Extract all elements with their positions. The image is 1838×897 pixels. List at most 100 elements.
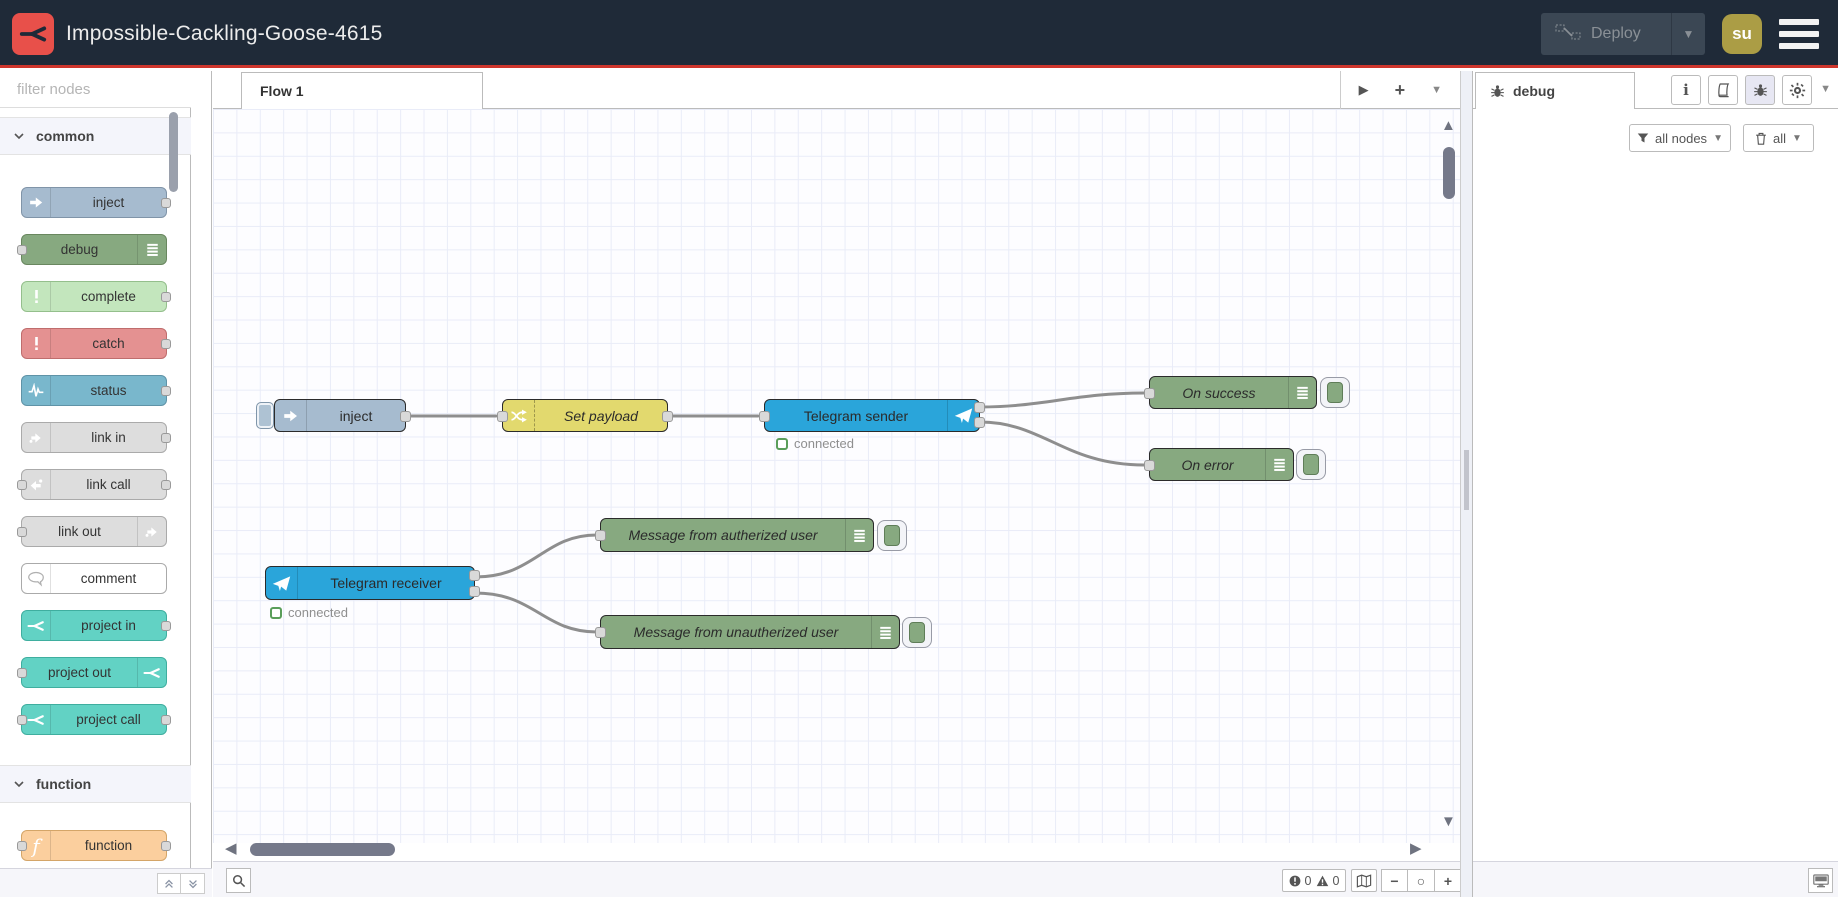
input-port[interactable]	[1144, 388, 1155, 399]
tab-flow1[interactable]: Flow 1	[241, 72, 483, 109]
output-port[interactable]	[161, 715, 171, 725]
debug-clear-button[interactable]: all ▼	[1743, 124, 1814, 152]
input-port[interactable]	[17, 668, 27, 678]
scroll-up-arrow[interactable]: ▲	[1441, 117, 1456, 134]
output-port-error[interactable]	[974, 417, 985, 428]
deploy-options-caret[interactable]: ▼	[1671, 13, 1705, 55]
output-port-success[interactable]	[974, 402, 985, 413]
info-tab-button[interactable]: i	[1671, 75, 1701, 105]
navigator-button[interactable]	[1351, 869, 1377, 892]
output-port[interactable]	[161, 480, 171, 490]
error-warning-counts[interactable]: 0 0	[1282, 869, 1346, 892]
open-debug-window-button[interactable]	[1808, 868, 1833, 893]
scroll-left-arrow[interactable]: ◀	[225, 839, 237, 857]
scroll-down-arrow[interactable]: ▼	[1441, 813, 1456, 830]
flow-grid[interactable]: inject Set payload Telegram sender conne…	[213, 109, 1460, 843]
bug-icon	[1491, 84, 1504, 97]
flow-node-telegram-sender[interactable]: Telegram sender	[759, 399, 985, 432]
input-port[interactable]	[595, 530, 606, 541]
user-avatar[interactable]: su	[1722, 14, 1762, 54]
tab-debug[interactable]: debug	[1475, 72, 1635, 109]
palette-node-comment[interactable]: comment	[21, 563, 167, 594]
output-port-unauthorized[interactable]	[469, 586, 480, 597]
main-menu-button[interactable]	[1779, 17, 1819, 51]
inject-trigger-button[interactable]	[256, 402, 274, 429]
palette-node-complete[interactable]: complete	[21, 281, 171, 312]
input-port[interactable]	[595, 627, 606, 638]
input-port[interactable]	[17, 715, 27, 725]
palette-node-project-call[interactable]: project call	[17, 704, 171, 735]
search-flows-button[interactable]	[226, 868, 251, 893]
palette-node-status[interactable]: status	[21, 375, 171, 406]
sidebar-tabs-caret[interactable]: ▼	[1820, 83, 1831, 95]
flow-node-msg-authorized[interactable]: Message from autherized user	[595, 518, 874, 552]
input-port[interactable]	[17, 841, 27, 851]
input-port[interactable]	[17, 480, 27, 490]
zoom-out-button[interactable]: −	[1381, 869, 1408, 892]
config-tab-button[interactable]	[1782, 75, 1812, 105]
flow-list-caret[interactable]: ▼	[1431, 84, 1442, 96]
flow-node-on-success[interactable]: On success	[1144, 376, 1317, 409]
run-flows-icon[interactable]: ▶	[1359, 82, 1369, 98]
flow-node-msg-unauthorized[interactable]: Message from unautherized user	[595, 615, 900, 649]
sidebar-resize-separator[interactable]	[1460, 71, 1473, 897]
input-port[interactable]	[17, 527, 27, 537]
flow-node-inject[interactable]: inject	[274, 399, 411, 432]
debug-toggle-button[interactable]	[877, 520, 907, 551]
palette-category-function[interactable]: function	[0, 765, 191, 803]
debug-toggle-button[interactable]	[902, 617, 932, 648]
book-icon	[1718, 83, 1730, 98]
palette-search-input[interactable]	[17, 80, 216, 98]
help-tab-button[interactable]	[1708, 75, 1738, 105]
output-port[interactable]	[161, 386, 171, 396]
add-flow-button[interactable]: +	[1395, 80, 1406, 101]
input-port[interactable]	[497, 411, 508, 422]
palette-node-project-out[interactable]: project out	[17, 657, 167, 688]
wire-receiver-authorized[interactable]	[473, 533, 599, 579]
zoom-in-button[interactable]: +	[1435, 869, 1462, 892]
palette-node-link-call[interactable]: link call	[17, 469, 171, 500]
deploy-button[interactable]: Deploy ▼	[1541, 13, 1705, 55]
debug-filter-button[interactable]: all nodes ▼	[1629, 124, 1731, 152]
flow-node-telegram-receiver[interactable]: Telegram receiver	[265, 566, 480, 600]
wire-receiver-unauthorized[interactable]	[473, 591, 599, 634]
output-port[interactable]	[161, 292, 171, 302]
debug-tab-button[interactable]	[1745, 75, 1775, 105]
palette-node-link-out[interactable]: link out	[17, 516, 167, 547]
debug-toggle-button[interactable]	[1296, 449, 1326, 480]
palette-category-common[interactable]: common	[0, 117, 191, 155]
collapse-all-button[interactable]	[157, 873, 181, 894]
output-port-authorized[interactable]	[469, 570, 480, 581]
output-port[interactable]	[161, 198, 171, 208]
output-port[interactable]	[161, 339, 171, 349]
output-port[interactable]	[161, 621, 171, 631]
output-port[interactable]	[161, 433, 171, 443]
output-port[interactable]	[161, 841, 171, 851]
flow-node-set-payload[interactable]: Set payload	[497, 399, 673, 432]
expand-all-button[interactable]	[181, 873, 205, 894]
scroll-right-arrow[interactable]: ▶	[1410, 839, 1422, 857]
zoom-reset-button[interactable]: ○	[1408, 869, 1435, 892]
palette-node-link-in[interactable]: link in	[21, 422, 171, 453]
input-port[interactable]	[1144, 460, 1155, 471]
vertical-scrollbar-thumb[interactable]	[1443, 147, 1455, 199]
palette-node-catch[interactable]: catch	[21, 328, 171, 359]
palette-node-function[interactable]: f function	[17, 830, 171, 861]
horizontal-scrollbar-thumb[interactable]	[250, 843, 395, 856]
output-port[interactable]	[400, 411, 411, 422]
wire-sender-onsuccess[interactable]	[978, 391, 1146, 409]
resize-handle[interactable]	[1464, 450, 1469, 510]
palette-node-inject[interactable]: inject	[21, 187, 171, 218]
wire-sender-onerror[interactable]	[978, 420, 1146, 467]
output-port[interactable]	[662, 411, 673, 422]
flow-node-on-error[interactable]: On error	[1144, 448, 1294, 481]
bug-icon	[1753, 83, 1767, 96]
palette-node-project-in[interactable]: project in	[21, 610, 171, 641]
chevron-down-icon	[14, 780, 24, 787]
palette-node-debug[interactable]: debug	[17, 234, 167, 265]
palette-scrollbar-thumb[interactable]	[169, 112, 178, 192]
debug-toggle-button[interactable]	[1320, 377, 1350, 408]
input-port[interactable]	[759, 411, 770, 422]
input-port[interactable]	[17, 245, 27, 255]
palette-search[interactable]	[0, 71, 216, 108]
